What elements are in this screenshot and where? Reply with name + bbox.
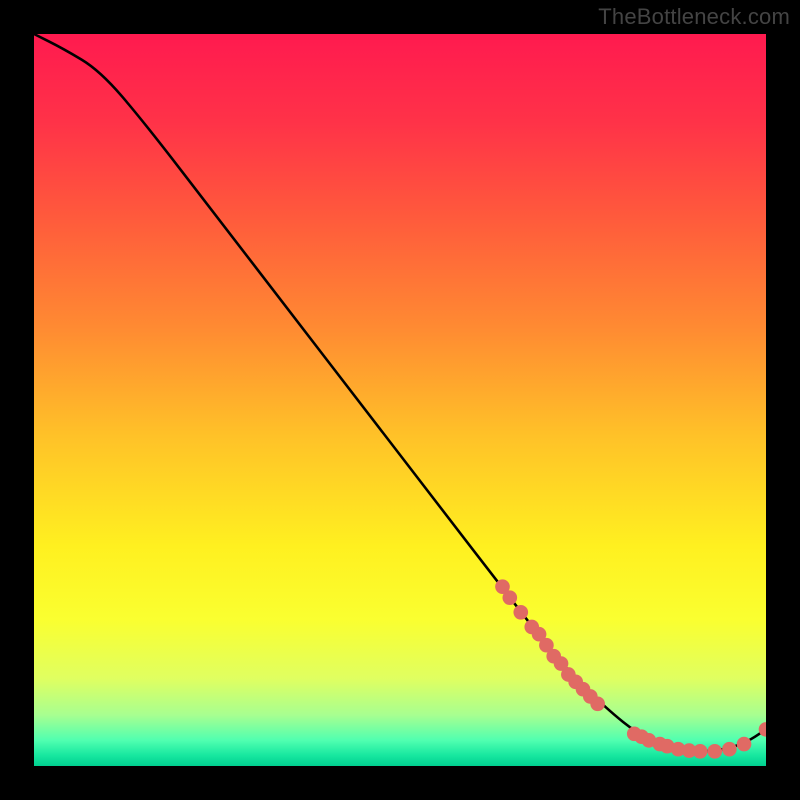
watermark-text: TheBottleneck.com — [598, 4, 790, 30]
data-marker — [722, 742, 737, 757]
chart-frame: TheBottleneck.com — [0, 0, 800, 800]
data-marker — [502, 590, 517, 605]
plot-area — [34, 34, 766, 766]
marker-cluster-upper — [495, 579, 605, 711]
data-marker — [513, 605, 528, 620]
marker-cluster-lower — [627, 722, 766, 759]
chart-overlay — [34, 34, 766, 766]
data-marker — [707, 744, 722, 759]
data-marker — [590, 696, 605, 711]
main-curve — [34, 34, 766, 751]
data-marker — [693, 744, 708, 759]
data-marker — [737, 737, 752, 752]
